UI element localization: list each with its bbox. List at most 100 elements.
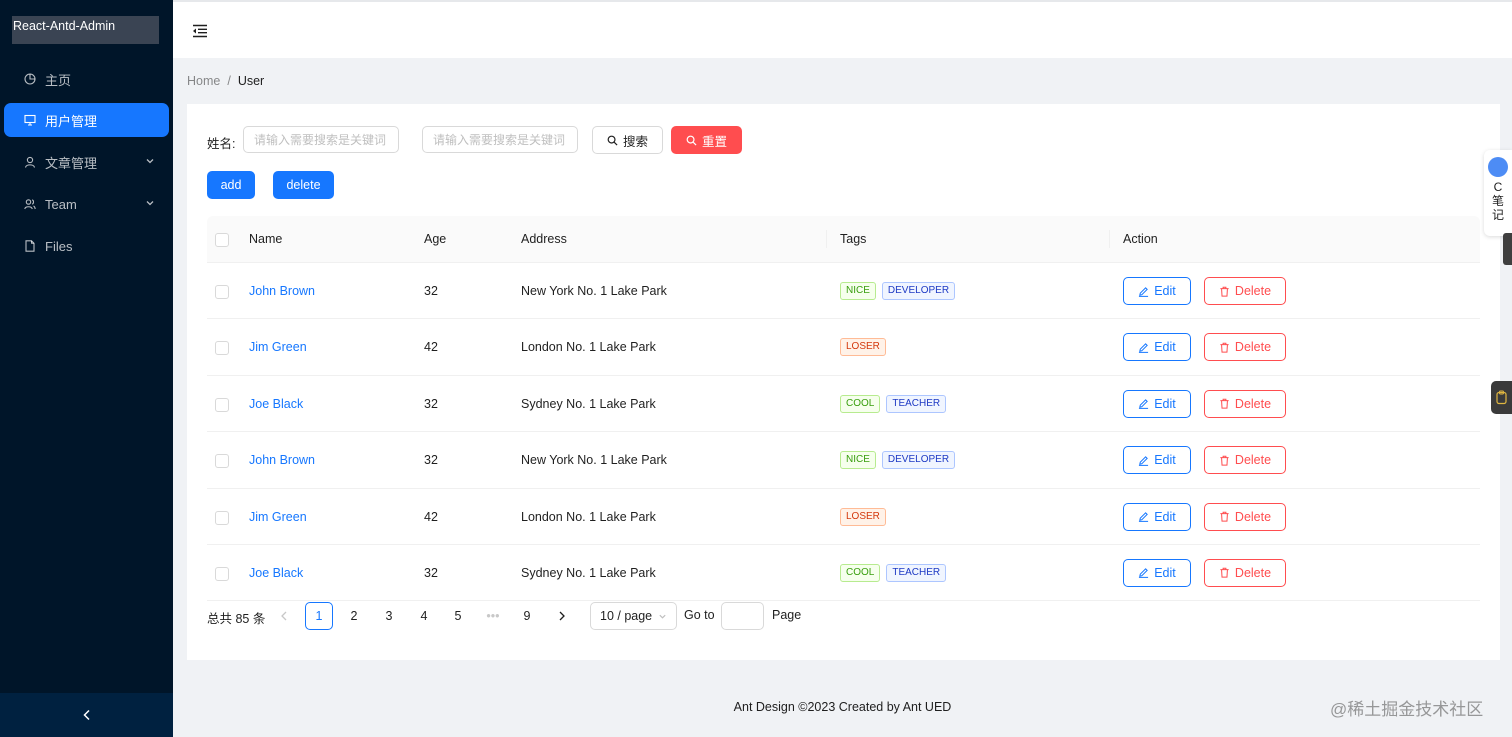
tag-teacher: TEACHER bbox=[886, 394, 947, 413]
edit-button-label: Edit bbox=[1154, 284, 1176, 298]
page-item[interactable]: 3 bbox=[375, 602, 403, 630]
name-search-label: 姓名: bbox=[207, 137, 236, 151]
user-name-link[interactable]: John Brown bbox=[249, 284, 315, 298]
delete-button[interactable]: Delete bbox=[1204, 333, 1286, 362]
page-item[interactable]: 2 bbox=[340, 602, 368, 630]
page-item[interactable]: 4 bbox=[410, 602, 438, 630]
trash-icon bbox=[1220, 342, 1229, 353]
row-checkbox[interactable] bbox=[215, 397, 229, 412]
sidebar-item-user-management[interactable]: 用户管理 bbox=[4, 103, 169, 137]
edit-button-label: Edit bbox=[1154, 396, 1176, 411]
add-button[interactable]: add bbox=[207, 171, 255, 199]
edit-button[interactable]: Edit bbox=[1123, 333, 1191, 362]
column-header-action: Action bbox=[1123, 232, 1158, 246]
edit-button[interactable]: Edit bbox=[1123, 558, 1191, 587]
row-checkbox[interactable] bbox=[215, 566, 229, 581]
page-item[interactable]: 1 bbox=[305, 602, 333, 630]
table-row: Jim Green 42 London No. 1 Lake Park LOSE… bbox=[207, 489, 1480, 545]
search-button-label: 搜索 bbox=[622, 134, 648, 149]
sidebar-item-label: 文章管理 bbox=[45, 155, 98, 171]
delete-button[interactable]: Delete bbox=[1204, 389, 1286, 418]
table-row: Joe Black 32 Sydney No. 1 Lake Park COOL… bbox=[207, 376, 1480, 433]
breadcrumb-separator: / bbox=[227, 74, 231, 88]
goto-label: Go to bbox=[684, 608, 715, 622]
edit-button-label: Edit bbox=[1154, 340, 1176, 355]
chevron-down-icon bbox=[146, 201, 154, 206]
user-address: London No. 1 Lake Park bbox=[521, 509, 656, 524]
menu-fold-icon bbox=[193, 24, 207, 38]
search-input-keyword[interactable] bbox=[422, 126, 578, 153]
delete-button-label: Delete bbox=[1234, 340, 1272, 355]
search-button[interactable]: 搜索 bbox=[592, 126, 663, 154]
side-note-widget[interactable]: C笔记 bbox=[1484, 150, 1512, 236]
column-header-age: Age bbox=[424, 232, 447, 246]
row-checkbox[interactable] bbox=[215, 285, 229, 299]
user-age: 42 bbox=[424, 509, 438, 524]
edit-button-label: Edit bbox=[1154, 565, 1176, 580]
breadcrumb-current: User bbox=[237, 74, 265, 88]
select-all-checkbox[interactable] bbox=[215, 233, 229, 247]
edit-button[interactable]: Edit bbox=[1123, 389, 1191, 418]
delete-selected-button[interactable]: delete bbox=[273, 171, 334, 199]
desktop-icon bbox=[24, 114, 36, 126]
sidebar-item-files[interactable]: Files bbox=[4, 229, 169, 263]
sidebar-item-label: 用户管理 bbox=[45, 113, 98, 129]
user-name-link[interactable]: Joe Black bbox=[249, 566, 303, 580]
breadcrumb-home[interactable]: Home bbox=[187, 74, 220, 88]
row-checkbox[interactable] bbox=[215, 341, 229, 356]
delete-button-label: Delete bbox=[1234, 509, 1272, 524]
delete-button[interactable]: Delete bbox=[1204, 277, 1286, 305]
edit-button[interactable]: Edit bbox=[1123, 446, 1191, 475]
user-name-link[interactable]: Joe Black bbox=[249, 397, 303, 411]
column-header-address: Address bbox=[521, 232, 567, 246]
edit-button[interactable]: Edit bbox=[1123, 277, 1191, 305]
reset-button[interactable]: 重置 bbox=[671, 126, 742, 154]
row-checkbox[interactable] bbox=[215, 510, 229, 525]
table-row: John Brown 32 New York No. 1 Lake Park N… bbox=[207, 432, 1480, 489]
side-handle-tab[interactable] bbox=[1503, 233, 1512, 265]
delete-button-label: Delete bbox=[1234, 453, 1272, 468]
delete-button[interactable]: Delete bbox=[1204, 446, 1286, 475]
menu-fold-button[interactable] bbox=[189, 20, 211, 42]
footer: Ant Design ©2023 Created by Ant UED bbox=[733, 700, 952, 714]
user-address: London No. 1 Lake Park bbox=[521, 340, 656, 355]
user-name-link[interactable]: Jim Green bbox=[249, 340, 307, 354]
delete-button[interactable]: Delete bbox=[1204, 502, 1286, 531]
user-age: 32 bbox=[424, 396, 438, 411]
next-page-button[interactable] bbox=[548, 602, 576, 630]
user-icon bbox=[24, 156, 36, 168]
edit-button[interactable]: Edit bbox=[1123, 502, 1191, 531]
tag-cool: COOL bbox=[840, 394, 881, 413]
page-item[interactable]: 9 bbox=[513, 602, 541, 630]
column-header-tags: Tags bbox=[840, 232, 867, 246]
sidebar-item-team[interactable]: Team bbox=[4, 187, 169, 221]
user-tags: LOSER bbox=[840, 338, 886, 357]
user-address: New York No. 1 Lake Park bbox=[521, 453, 667, 468]
page-size-select[interactable]: 10 / page bbox=[590, 602, 677, 630]
user-table: Name Age Address Tags Action John Brown … bbox=[207, 216, 1480, 602]
page-item[interactable]: 5 bbox=[444, 602, 472, 630]
user-address: Sydney No. 1 Lake Park bbox=[521, 565, 656, 580]
jump-next-ellipsis[interactable]: ••• bbox=[479, 602, 507, 630]
pie-chart-icon bbox=[24, 73, 36, 85]
search-input-name[interactable] bbox=[243, 126, 399, 153]
goto-page-input[interactable] bbox=[721, 602, 764, 630]
row-checkbox[interactable] bbox=[215, 454, 229, 469]
user-age: 32 bbox=[424, 284, 438, 298]
side-tool-tab[interactable] bbox=[1491, 381, 1512, 414]
sidebar: React-Antd-Admin 主页 用户管理 文章管理 Team Files bbox=[0, 0, 173, 737]
search-icon bbox=[607, 135, 618, 146]
sidebar-item-home[interactable]: 主页 bbox=[4, 62, 169, 96]
tag-developer: DEVELOPER bbox=[881, 282, 956, 300]
delete-button[interactable]: Delete bbox=[1204, 558, 1286, 587]
sidebar-item-article-management[interactable]: 文章管理 bbox=[4, 145, 169, 179]
table-row: John Brown 32 New York No. 1 Lake Park N… bbox=[207, 263, 1480, 320]
prev-page-button[interactable] bbox=[270, 602, 298, 630]
user-name-link[interactable]: Jim Green bbox=[249, 510, 307, 524]
user-tags: COOL TEACHER bbox=[840, 394, 947, 413]
sidebar-collapse-button[interactable] bbox=[0, 693, 173, 737]
edit-icon bbox=[1139, 286, 1149, 297]
trash-icon bbox=[1220, 455, 1229, 466]
user-name-link[interactable]: John Brown bbox=[249, 453, 315, 467]
tag-nice: NICE bbox=[840, 282, 876, 300]
